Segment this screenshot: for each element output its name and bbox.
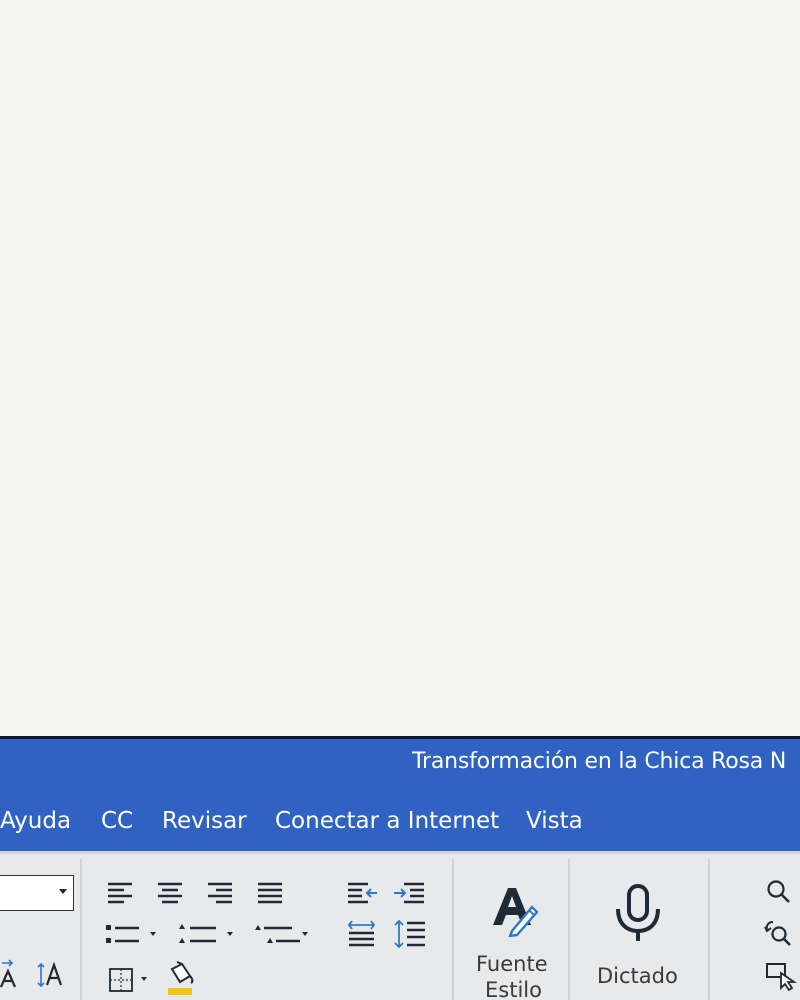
multilevel-list-icon[interactable] xyxy=(254,923,318,947)
menu-item-cc[interactable]: CC xyxy=(101,808,133,834)
paint-bucket-icon[interactable] xyxy=(166,961,196,997)
ribbon-separator xyxy=(708,859,710,1000)
decrease-indent-icon[interactable] xyxy=(347,881,379,907)
chevron-down-icon xyxy=(59,889,67,894)
menu-item-vista[interactable]: Vista xyxy=(526,808,583,834)
shrink-font-icon[interactable] xyxy=(0,959,24,989)
ribbon-separator xyxy=(80,859,82,1000)
search-icon[interactable] xyxy=(766,879,792,905)
font-style-pen-icon[interactable] xyxy=(490,885,540,937)
line-spacing-icon[interactable] xyxy=(394,919,426,949)
document-canvas[interactable] xyxy=(0,0,800,736)
align-right-icon[interactable] xyxy=(207,881,233,905)
document-title: Transformación en la Chica Rosa N xyxy=(412,749,787,774)
paragraph-spacing-icon[interactable] xyxy=(347,919,377,949)
text-direction-icon[interactable] xyxy=(36,961,64,989)
ribbon-separator xyxy=(452,859,454,1000)
dictado-button-label: Dictado xyxy=(597,964,678,988)
microphone-icon[interactable] xyxy=(614,883,662,945)
select-icon[interactable] xyxy=(765,961,797,991)
menu-bar: Ayuda CC Revisar Conectar a Internet Vis… xyxy=(0,789,800,851)
borders-icon[interactable] xyxy=(108,965,154,995)
bullet-list-icon[interactable] xyxy=(105,923,165,947)
fuente-estilo-label-line1: Fuente xyxy=(476,952,548,976)
title-bar: Transformación en la Chica Rosa N xyxy=(0,739,800,789)
numbered-list-icon[interactable] xyxy=(178,923,244,947)
justify-icon[interactable] xyxy=(257,881,283,905)
replace-icon[interactable] xyxy=(764,919,794,947)
fuente-estilo-label-line2: Estilo xyxy=(485,978,542,1000)
menu-item-conectar-a-internet[interactable]: Conectar a Internet xyxy=(275,808,499,834)
ribbon-separator xyxy=(568,859,570,1000)
increase-indent-icon[interactable] xyxy=(393,881,425,907)
font-name-dropdown[interactable] xyxy=(0,875,74,911)
menu-item-revisar[interactable]: Revisar xyxy=(162,808,247,834)
ribbon: Fuente Estilo Dictado xyxy=(0,851,800,1000)
align-left-icon[interactable] xyxy=(107,881,133,905)
menu-item-ayuda[interactable]: Ayuda xyxy=(0,808,71,834)
align-center-icon[interactable] xyxy=(157,881,183,905)
